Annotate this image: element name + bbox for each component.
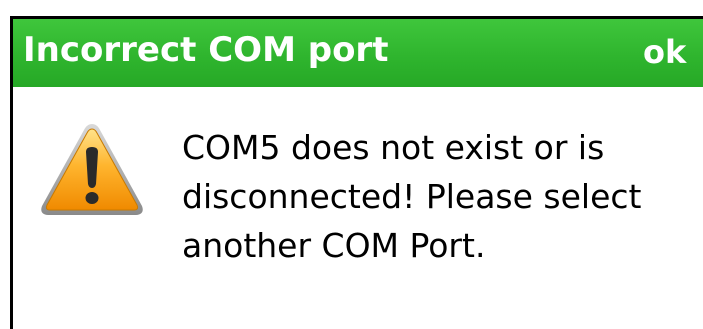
dialog-title: Incorrect COM port bbox=[23, 30, 389, 70]
ok-button[interactable]: ok bbox=[643, 30, 703, 74]
background-window-fragment bbox=[0, 0, 703, 16]
dialog-titlebar: Incorrect COM port ok bbox=[13, 19, 703, 87]
dialog-message: COM5 does not exist or is disconnected! … bbox=[182, 128, 642, 265]
message-dialog: Incorrect COM port ok COM5 does not exis… bbox=[10, 16, 703, 329]
warning-icon bbox=[41, 124, 143, 215]
